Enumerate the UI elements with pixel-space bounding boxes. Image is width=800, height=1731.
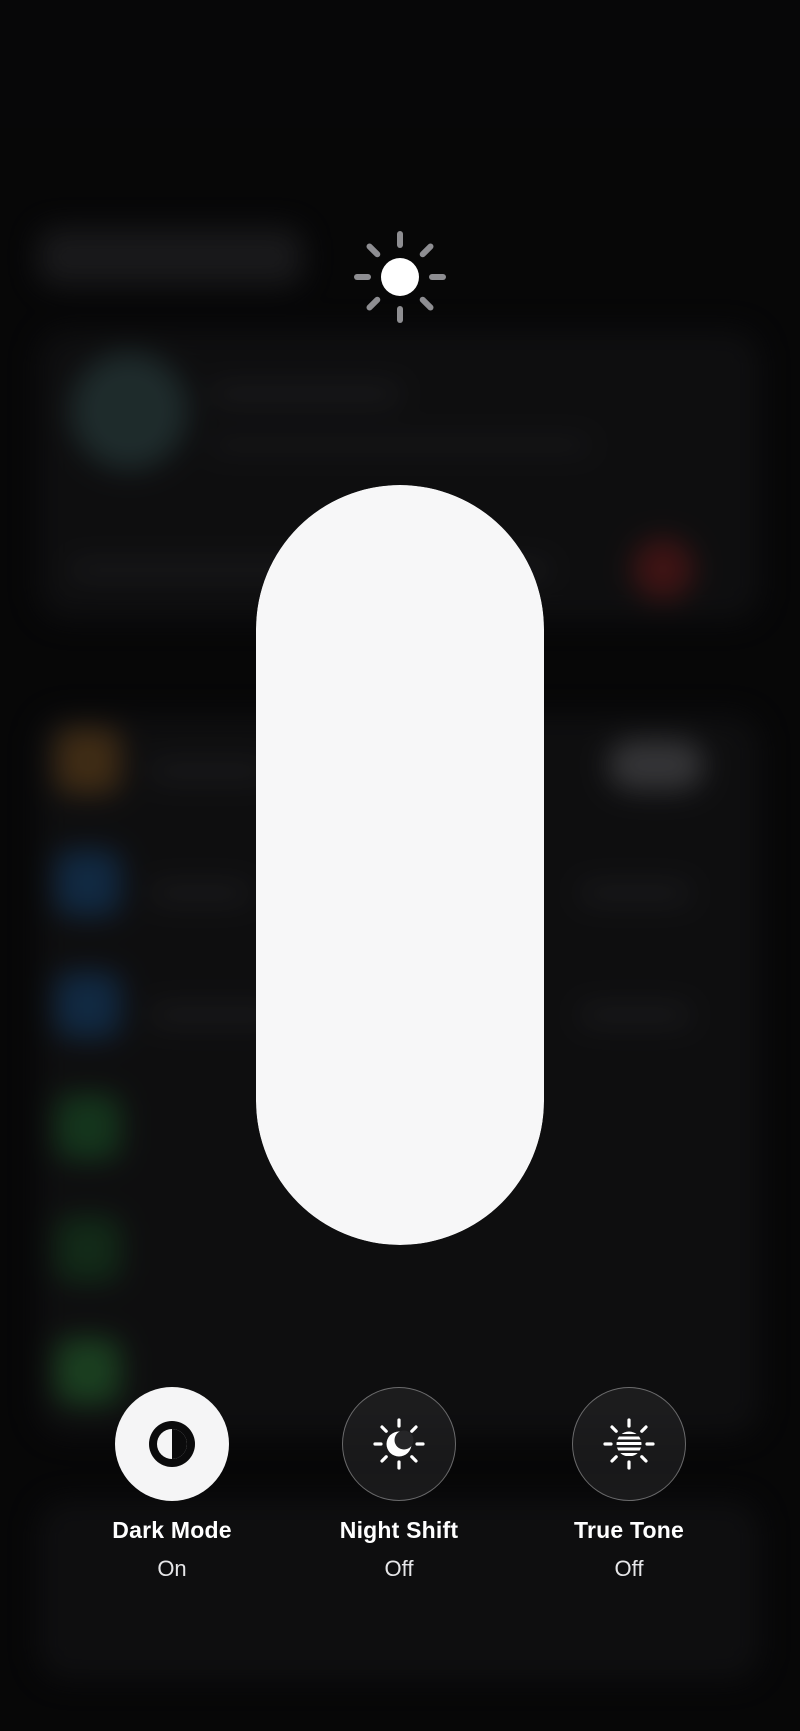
true-tone-label: True Tone	[574, 1517, 684, 1543]
sun-icon	[354, 231, 446, 323]
dark-mode-button[interactable]	[115, 1387, 229, 1501]
true-tone-button[interactable]	[572, 1387, 686, 1501]
night-shift-toggle[interactable]: Night Shift Off	[319, 1387, 479, 1582]
dark-mode-toggle[interactable]: Dark Mode On	[92, 1387, 252, 1582]
night-shift-icon	[373, 1418, 425, 1470]
brightness-slider-fill	[256, 485, 544, 1245]
night-shift-label: Night Shift	[339, 1517, 459, 1543]
true-tone-state: Off	[614, 1556, 644, 1581]
dark-mode-label: Dark Mode	[112, 1517, 232, 1543]
night-shift-state: Off	[384, 1556, 414, 1581]
night-shift-button[interactable]	[342, 1387, 456, 1501]
true-tone-icon	[603, 1418, 655, 1470]
dark-mode-state: On	[157, 1556, 187, 1581]
dark-mode-icon	[149, 1421, 195, 1467]
brightness-slider[interactable]	[256, 485, 544, 1245]
true-tone-toggle[interactable]: True Tone Off	[549, 1387, 709, 1582]
